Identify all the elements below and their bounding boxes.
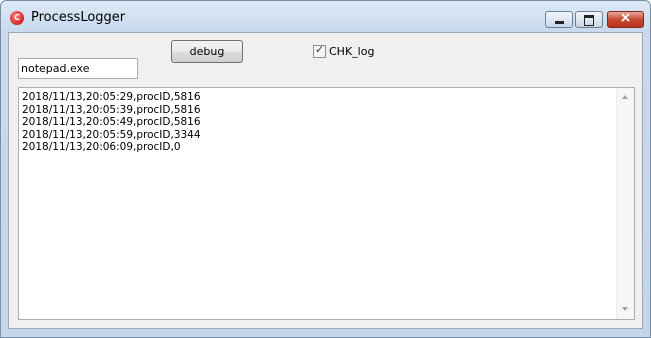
minimize-button[interactable] [545,11,573,28]
close-button[interactable]: × [607,10,644,28]
log-lines: 2018/11/13,20:05:29,procID,5816 2018/11/… [22,91,201,154]
chk-log-label[interactable]: CHK_log [329,45,374,58]
window-title: ProcessLogger [31,10,126,25]
log-line: 2018/11/13,20:05:39,procID,5816 [22,103,201,116]
title-bar[interactable]: C ProcessLogger × [1,1,650,33]
scroll-down-arrow-icon[interactable] [622,307,628,311]
log-line: 2018/11/13,20:05:49,procID,5816 [22,116,201,128]
chk-log-checkbox[interactable]: ✓ [313,43,326,58]
log-line: 2018/11/13,20:06:09,procID,0 [22,141,181,153]
maximize-icon [584,15,594,26]
scroll-up-arrow-icon[interactable] [622,95,628,99]
minimize-icon [555,21,564,24]
maximize-button[interactable] [575,11,603,28]
log-line: 2018/11/13,20:05:59,procID,3344 [22,128,201,141]
vertical-scrollbar[interactable] [616,88,634,319]
app-window: C ProcessLogger × debug ✓ CHK_log notepa… [0,0,651,338]
debug-button[interactable]: debug [171,40,243,63]
app-icon[interactable]: C [10,11,24,25]
log-line: 2018/11/13,20:05:29,procID,5816 [22,91,201,103]
client-area: debug ✓ CHK_log notepad.exe 2018/11/13,2… [8,32,643,329]
close-icon: × [619,10,632,26]
log-textarea[interactable]: 2018/11/13,20:05:29,procID,5816 2018/11/… [18,87,635,320]
process-name-input[interactable]: notepad.exe [18,58,138,79]
checkmark-icon: ✓ [315,43,325,56]
